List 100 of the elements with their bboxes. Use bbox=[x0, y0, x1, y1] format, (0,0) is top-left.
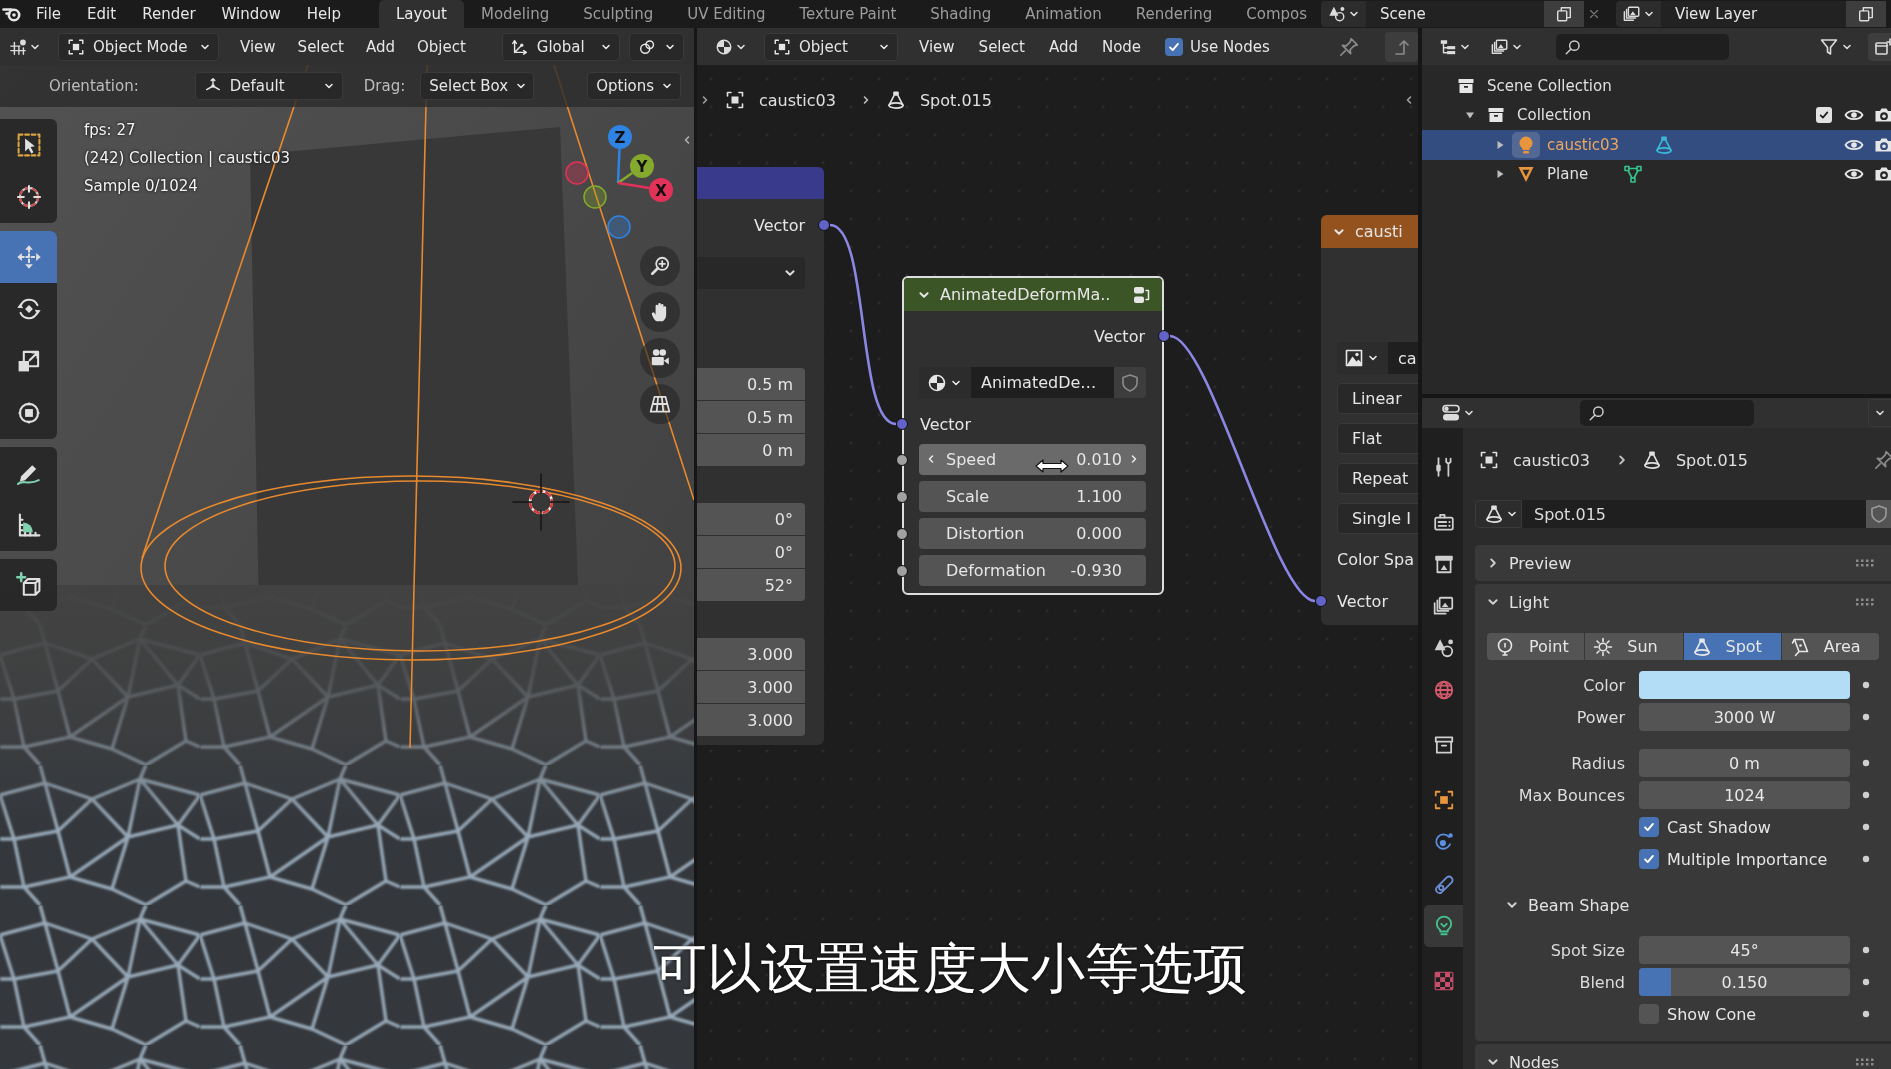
search-field[interactable] bbox=[1556, 33, 1729, 60]
parent-node-button[interactable] bbox=[1385, 31, 1418, 62]
options-dropdown[interactable] bbox=[1868, 399, 1891, 427]
light-type-button[interactable]: Sun bbox=[1585, 633, 1683, 660]
axis-handle[interactable]: Y bbox=[630, 154, 654, 178]
number-field[interactable]: 3.000 bbox=[697, 638, 805, 670]
number-field[interactable]: Scale 1.100 bbox=[919, 481, 1146, 512]
chevron-down-icon[interactable] bbox=[1487, 596, 1499, 608]
subpanel-title[interactable]: Beam Shape bbox=[1528, 895, 1630, 915]
search-field[interactable] bbox=[1580, 400, 1754, 426]
workspace-tab[interactable]: Sculpting bbox=[566, 0, 671, 28]
shader-type-dropdown[interactable]: Object bbox=[764, 32, 898, 61]
checkbox[interactable] bbox=[1639, 1004, 1659, 1024]
workspace-tab[interactable]: Texture Paint bbox=[782, 0, 914, 28]
negative-axis-ball-icon[interactable] bbox=[583, 185, 607, 209]
light-type-button[interactable]: Spot bbox=[1683, 633, 1781, 660]
menu-item[interactable]: File bbox=[36, 5, 62, 23]
number-field[interactable]: 0 m bbox=[697, 434, 805, 466]
disclosure-triangle-icon[interactable] bbox=[1495, 139, 1505, 150]
node-header[interactable]: AnimatedDeformMa.. bbox=[904, 278, 1162, 311]
node-group-name-field[interactable]: AnimatedDe… bbox=[971, 367, 1114, 398]
pan-button[interactable] bbox=[640, 292, 680, 332]
menu-item[interactable]: Edit bbox=[87, 5, 117, 23]
number-field[interactable]: 52° bbox=[697, 569, 805, 601]
workspace-tab[interactable]: UV Editing bbox=[670, 0, 783, 28]
menu-item[interactable]: Add bbox=[1036, 37, 1090, 56]
keyframe-dot-icon[interactable] bbox=[1862, 759, 1870, 767]
outliner-row[interactable]: Scene Collection bbox=[1422, 71, 1891, 101]
menu-item[interactable]: Render bbox=[142, 5, 196, 23]
panel-title[interactable]: Light bbox=[1509, 592, 1549, 612]
copy-button[interactable] bbox=[1544, 1, 1584, 27]
light-type-button[interactable]: Area bbox=[1781, 633, 1879, 660]
slider-field[interactable]: 0.150 bbox=[1639, 968, 1850, 996]
menu-item[interactable]: View bbox=[907, 37, 967, 56]
drag-handle-icon[interactable] bbox=[1855, 597, 1875, 607]
perspective-button[interactable] bbox=[640, 384, 680, 424]
keyframe-dot-icon[interactable] bbox=[1862, 1010, 1870, 1018]
zoom-button[interactable] bbox=[640, 246, 680, 286]
shield-button[interactable] bbox=[1114, 367, 1146, 398]
node-header[interactable]: causti bbox=[1321, 215, 1418, 248]
outliner-row[interactable]: caustic03 bbox=[1422, 130, 1891, 160]
keyframe-dot-icon[interactable] bbox=[1862, 823, 1870, 831]
close-icon[interactable] bbox=[1587, 7, 1601, 21]
disclosure-triangle-icon[interactable] bbox=[1495, 169, 1505, 180]
workspace-tab[interactable]: Modeling bbox=[463, 0, 567, 28]
tool-button[interactable] bbox=[0, 559, 57, 611]
light-type-button[interactable]: Point bbox=[1487, 633, 1585, 660]
workspace-tab[interactable]: Rendering bbox=[1118, 0, 1230, 28]
keyframe-dot-icon[interactable] bbox=[1862, 713, 1870, 721]
checkbox-label[interactable]: Cast Shadow bbox=[1667, 817, 1771, 837]
checkbox[interactable] bbox=[1639, 849, 1659, 869]
chevron-down-icon[interactable] bbox=[1487, 1056, 1499, 1068]
menu-item[interactable]: Help bbox=[306, 5, 341, 23]
dropdown[interactable]: Linear bbox=[1337, 383, 1418, 414]
breadcrumb-item[interactable]: Spot.015 bbox=[1675, 450, 1748, 470]
checkbox[interactable] bbox=[1165, 37, 1184, 56]
node-group-browse-button[interactable] bbox=[919, 367, 971, 398]
breadcrumb-item[interactable]: caustic03 bbox=[759, 90, 836, 110]
dropdown[interactable]: Flat bbox=[1337, 423, 1418, 454]
shield-button[interactable] bbox=[1866, 500, 1891, 528]
browse-button[interactable] bbox=[1616, 1, 1661, 27]
chevron-down-icon[interactable] bbox=[1506, 899, 1518, 911]
image-name-field[interactable]: ca bbox=[1388, 342, 1418, 374]
node-header[interactable] bbox=[697, 167, 824, 199]
menu-item[interactable]: Window bbox=[221, 5, 281, 23]
mesh-vertices-icon[interactable] bbox=[1623, 164, 1644, 185]
transform-orientation-dropdown[interactable]: Global bbox=[501, 32, 620, 61]
properties-tab[interactable] bbox=[1424, 905, 1463, 947]
panel-title[interactable]: Nodes bbox=[1509, 1052, 1560, 1069]
outliner-row[interactable]: Plane bbox=[1422, 159, 1891, 189]
menu-item[interactable]: View bbox=[229, 37, 287, 56]
orientation-dropdown[interactable]: Default bbox=[194, 72, 343, 100]
scene-name-field[interactable]: Scene bbox=[1366, 1, 1544, 27]
spotlight-icon[interactable] bbox=[1654, 134, 1675, 155]
keyframe-dot-icon[interactable] bbox=[1862, 946, 1870, 954]
datablock-name-field[interactable]: Spot.015 bbox=[1522, 500, 1866, 528]
camera-view-button[interactable] bbox=[640, 338, 680, 378]
menu-item[interactable]: Object bbox=[405, 37, 477, 56]
workspace-tab[interactable]: Animation bbox=[1008, 0, 1119, 28]
number-field[interactable]: 0° bbox=[697, 503, 805, 535]
axis-handle[interactable]: Z bbox=[608, 125, 632, 149]
keyframe-dot-icon[interactable] bbox=[1862, 791, 1870, 799]
drag-handle-icon[interactable] bbox=[1855, 1057, 1875, 1067]
number-field[interactable]: 0 m bbox=[1639, 749, 1850, 777]
dropdown[interactable]: Repeat bbox=[1337, 463, 1418, 494]
breadcrumb-item[interactable]: caustic03 bbox=[1513, 450, 1590, 470]
use-nodes-label[interactable]: Use Nodes bbox=[1190, 37, 1270, 56]
checkbox-label[interactable]: Multiple Importance bbox=[1667, 849, 1828, 869]
workspace-tab[interactable]: Layout bbox=[378, 0, 464, 28]
copy-button[interactable] bbox=[1846, 1, 1886, 27]
checkbox-label[interactable]: Show Cone bbox=[1667, 1004, 1757, 1024]
outliner-row[interactable]: Collection bbox=[1422, 100, 1891, 130]
number-field[interactable]: 0.5 m bbox=[697, 401, 805, 433]
negative-axis-ball-icon[interactable] bbox=[607, 215, 631, 239]
keyframe-dot-icon[interactable] bbox=[1862, 855, 1870, 863]
axis-handle[interactable]: X bbox=[649, 178, 673, 202]
view-layer-name-field[interactable]: View Layer bbox=[1661, 1, 1846, 27]
pin-icon[interactable] bbox=[1338, 35, 1360, 58]
workspace-tab[interactable]: Compos bbox=[1229, 0, 1317, 28]
chevron-right-icon[interactable] bbox=[1487, 557, 1499, 569]
